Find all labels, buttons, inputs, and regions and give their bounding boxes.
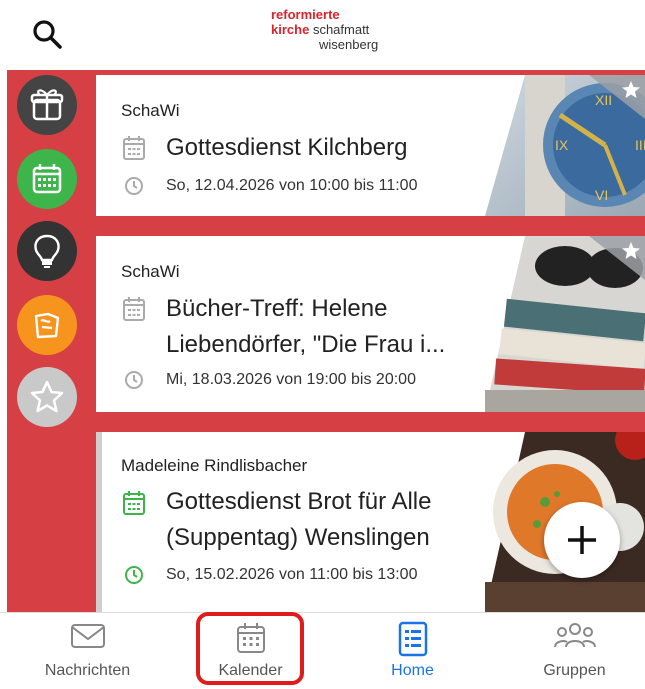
nav-gruppen[interactable]: Gruppen bbox=[494, 613, 645, 689]
nav-home[interactable]: Home bbox=[332, 613, 493, 689]
group-icon bbox=[553, 623, 596, 648]
puzzle-icon bbox=[34, 312, 60, 339]
church-logo: reformierte kirche schafmatt wisenberg bbox=[271, 7, 378, 52]
clock-icon bbox=[125, 566, 143, 584]
event-author: Madeleine Rindlisbacher bbox=[121, 456, 308, 475]
app-header: reformierte kirche schafmatt wisenberg bbox=[0, 0, 645, 70]
event-author: SchaWi bbox=[121, 101, 180, 120]
sidebar-puzzle-button[interactable] bbox=[17, 295, 77, 355]
calendar-icon bbox=[32, 164, 62, 194]
logo-line1: reformierte bbox=[271, 7, 340, 22]
logo-line3: wisenberg bbox=[319, 37, 379, 52]
bottom-navigation: Nachrichten Kalender Home Gruppen bbox=[0, 612, 645, 689]
clock-icon bbox=[125, 177, 143, 195]
event-title: Bücher-Treff: Helene Liebendörfer, "Die … bbox=[166, 295, 446, 358]
calendar-icon bbox=[123, 136, 145, 160]
clock-icon bbox=[125, 371, 143, 389]
svg-text:VI: VI bbox=[595, 187, 608, 203]
calendar-icon bbox=[123, 491, 145, 515]
nav-label: Home bbox=[391, 662, 434, 679]
nav-nachrichten[interactable]: Nachrichten bbox=[7, 613, 168, 689]
svg-text:III: III bbox=[635, 137, 645, 153]
sidebar-idea-button[interactable] bbox=[17, 221, 77, 281]
favorite-star-icon[interactable] bbox=[589, 75, 645, 119]
search-button[interactable] bbox=[30, 17, 64, 51]
plus-icon bbox=[568, 526, 596, 554]
event-time: So, 15.02.2026 von 11:00 bis 13:00 bbox=[166, 566, 418, 583]
event-title: Gottesdienst Kilchberg bbox=[166, 134, 408, 161]
kalender-highlight-box bbox=[196, 612, 304, 685]
add-button[interactable] bbox=[544, 502, 620, 578]
logo-line2a: kirche bbox=[271, 22, 310, 37]
event-card[interactable]: SchaWi Bücher-Treff: Helene Liebendörfer… bbox=[96, 236, 645, 412]
sidebar-favorites-button[interactable] bbox=[17, 367, 77, 427]
list-icon bbox=[398, 621, 427, 657]
event-time: Mi, 18.03.2026 von 19:00 bis 20:00 bbox=[166, 371, 416, 388]
search-icon bbox=[33, 20, 62, 49]
calendar-icon bbox=[123, 297, 145, 321]
event-time: So, 12.04.2026 von 10:00 bis 11:00 bbox=[166, 177, 418, 194]
sidebar-gift-button[interactable] bbox=[17, 75, 77, 135]
envelope-icon bbox=[70, 624, 105, 648]
event-title: Gottesdienst Brot für Alle (Suppentag) W… bbox=[166, 488, 432, 551]
svg-text:IX: IX bbox=[555, 137, 569, 153]
star-icon bbox=[30, 380, 64, 413]
lightbulb-icon bbox=[34, 234, 60, 268]
event-author: SchaWi bbox=[121, 262, 180, 281]
nav-label: Nachrichten bbox=[44, 662, 131, 679]
gift-icon bbox=[30, 89, 64, 121]
favorite-star-icon[interactable] bbox=[589, 236, 645, 280]
sidebar-calendar-button[interactable] bbox=[17, 149, 77, 209]
logo-line2b: schafmatt bbox=[312, 22, 370, 37]
event-card[interactable]: XII III VI IX SchaWi Gottesdienst Kilchberg… bbox=[96, 75, 645, 216]
nav-label: Gruppen bbox=[543, 662, 606, 679]
